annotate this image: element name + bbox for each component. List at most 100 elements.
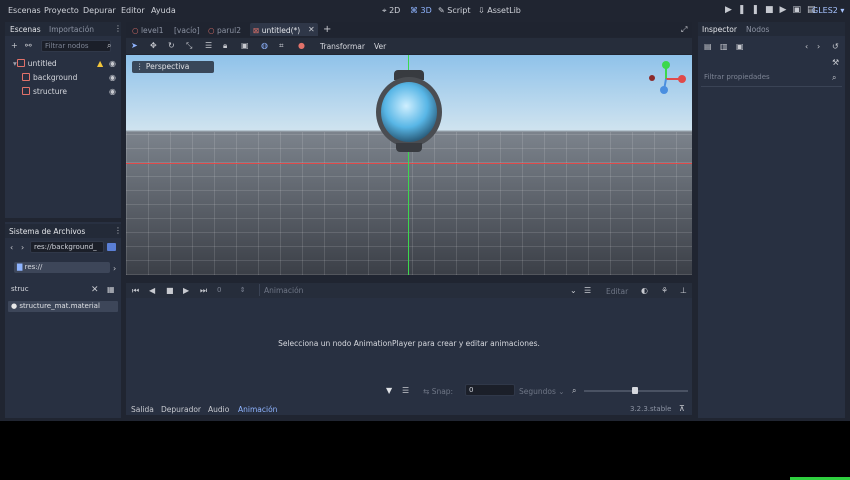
menu-proyecto[interactable]: Proyecto — [44, 6, 79, 15]
bottom-tab-audio[interactable]: Audio — [208, 405, 229, 414]
file-search-input[interactable]: struc — [8, 284, 90, 296]
menu-escenas[interactable]: Escenas — [8, 6, 41, 15]
add-tab-icon[interactable]: + — [323, 24, 331, 35]
menu-depurar[interactable]: Depurar — [83, 6, 116, 15]
edit-list-icon[interactable]: ☰ — [584, 286, 591, 295]
load-resource-icon[interactable]: ▥ — [720, 42, 728, 51]
save-resource-icon[interactable]: ▣ — [736, 42, 744, 51]
snap-icon[interactable]: ⌗ — [279, 41, 284, 51]
gizmo-y-handle[interactable] — [662, 61, 670, 69]
gizmo-neg-x-handle[interactable] — [649, 75, 655, 81]
view-menu[interactable]: Ver — [374, 42, 386, 51]
gizmo-x-handle[interactable] — [678, 75, 686, 83]
visibility-eye-icon[interactable]: ◉ — [109, 87, 116, 96]
pause-icon[interactable]: ❚❚ — [738, 5, 765, 15]
bottom-tab-animation[interactable]: Animación — [238, 405, 277, 414]
grid-view-icon[interactable]: ▦ — [107, 285, 115, 294]
bottom-tab-output[interactable]: Salida — [131, 405, 154, 414]
dock-menu-icon[interactable]: ⋮ — [114, 226, 122, 235]
frame-spinbox[interactable]: 0 ⇕ — [214, 285, 252, 296]
back-icon[interactable]: ‹ — [10, 243, 13, 252]
snap-toggle[interactable]: ⇆ Snap: — [423, 387, 453, 396]
filter-nodes-input[interactable]: Filtrar nodos — [41, 40, 111, 52]
visibility-eye-icon[interactable]: ◉ — [109, 73, 116, 82]
scene-tab-parul2[interactable]: ○ parul2 — [208, 26, 241, 35]
tree-item-untitled[interactable]: ▾ untitled ▲ ◉ — [13, 59, 117, 71]
stop-icon[interactable]: ■ — [765, 5, 780, 15]
zoom-slider-handle[interactable] — [632, 387, 638, 394]
camera-icon[interactable]: ● — [298, 41, 305, 50]
scene-tab-level1[interactable]: ○ level1 — [132, 26, 164, 35]
dock-menu-icon[interactable]: ⋮ — [114, 24, 122, 33]
track-list-icon[interactable]: ☰ — [402, 386, 409, 395]
select-tool-icon[interactable]: ➤ — [131, 41, 138, 50]
snap-value-field[interactable]: 0 — [465, 384, 515, 396]
renderer-select[interactable]: GLES2 ▾ — [812, 6, 844, 15]
play-backwards-icon[interactable]: ◀ — [149, 286, 155, 295]
history-back-icon[interactable]: ‹ — [805, 42, 808, 51]
file-result-item[interactable]: ● structure_mat.material — [8, 301, 118, 312]
warning-icon[interactable]: ▲ — [97, 59, 103, 68]
tab-inspector[interactable]: Inspector — [702, 25, 737, 34]
expand-panel-icon[interactable]: ⊼ — [679, 404, 685, 413]
tab-importacion[interactable]: Importación — [49, 25, 94, 34]
gizmo-z-handle[interactable] — [660, 86, 668, 94]
rotate-tool-icon[interactable]: ↻ — [168, 41, 175, 50]
mode-3d-button[interactable]: ⌘ 3D — [410, 6, 432, 15]
pin-icon[interactable]: ⊥ — [680, 286, 687, 295]
list-select-icon[interactable]: ☰ — [205, 41, 212, 50]
bottom-tab-debugger[interactable]: Depurador — [161, 405, 201, 414]
scene-tab-empty[interactable]: [vacío] — [174, 26, 200, 35]
tab-filesystem[interactable]: Sistema de Archivos — [9, 227, 85, 236]
path-field[interactable]: res://background_ — [30, 241, 104, 253]
forward-icon[interactable]: › — [21, 243, 24, 252]
new-resource-icon[interactable]: ▤ — [704, 42, 712, 51]
scene-tab-untitled[interactable]: ⊠ untitled(*) ✕ — [250, 23, 318, 36]
close-tab-icon[interactable]: ✕ — [308, 25, 315, 34]
mode-script-button[interactable]: ✎ Script — [438, 6, 470, 15]
scroll-indicator-icon[interactable]: › — [113, 264, 116, 273]
play-forward-icon[interactable]: ▶ — [183, 286, 189, 295]
tree-item-structure[interactable]: structure ◉ — [22, 87, 117, 99]
play-icon[interactable]: ▶ — [725, 5, 738, 15]
menu-editor[interactable]: Editor — [121, 6, 145, 15]
tab-escenas[interactable]: Escenas — [10, 25, 41, 34]
object-menu-icon[interactable]: ⚒ — [832, 58, 839, 67]
stop-animation-icon[interactable]: ■ — [166, 286, 174, 295]
history-icon[interactable]: ↺ — [832, 42, 839, 51]
play-backwards-start-icon[interactable]: ⏮ — [132, 286, 139, 296]
clear-search-icon[interactable]: ✕ — [91, 285, 99, 295]
link-icon[interactable]: ⚯ — [25, 41, 32, 50]
edit-button[interactable]: Editar — [606, 287, 628, 296]
play-from-start-icon[interactable]: ⏭ — [200, 286, 207, 296]
menu-ayuda[interactable]: Ayuda — [151, 6, 176, 15]
group-icon[interactable]: ▣ — [241, 41, 249, 50]
lock-icon[interactable]: 🔒︎ — [223, 41, 227, 51]
view-gizmo[interactable] — [648, 59, 688, 99]
mode-2d-button[interactable]: ⌖ 2D — [382, 6, 400, 16]
transform-menu[interactable]: Transformar — [320, 42, 365, 51]
scale-tool-icon[interactable]: ⤡ — [186, 41, 192, 51]
animation-select[interactable]: Animación — [259, 284, 581, 296]
tree-item-background[interactable]: background ◉ — [22, 73, 117, 85]
play-custom-icon[interactable]: ▣ — [792, 5, 807, 15]
distraction-free-icon[interactable]: ⤢ — [681, 25, 687, 35]
3d-viewport[interactable]: ⋮ Perspectiva — [126, 55, 692, 275]
tab-nodes[interactable]: Nodos — [746, 25, 769, 34]
dropdown-chevron-icon[interactable]: ⌄ — [570, 286, 577, 295]
visibility-eye-icon[interactable]: ◉ — [109, 59, 116, 68]
move-tool-icon[interactable]: ✥ — [150, 41, 157, 50]
filter-properties-input[interactable]: Filtrar propiedades — [701, 72, 842, 84]
onion-skin-icon[interactable]: ⚘ — [661, 286, 668, 295]
autoplay-icon[interactable]: ◐ — [641, 286, 648, 295]
add-node-icon[interactable]: + — [11, 41, 18, 50]
perspective-menu-button[interactable]: ⋮ Perspectiva — [132, 61, 214, 73]
filter-icon[interactable]: ▼ — [386, 386, 392, 395]
mode-assetlib-button[interactable]: ⇩ AssetLib — [478, 6, 521, 15]
structure-mesh[interactable] — [376, 77, 442, 147]
play-scene-icon[interactable]: ▶ — [780, 5, 793, 15]
folder-res-root[interactable]: ▇ res:// — [14, 262, 110, 273]
local-space-icon[interactable]: ◍ — [261, 41, 268, 50]
history-forward-icon[interactable]: › — [817, 42, 820, 51]
snap-unit-select[interactable]: Segundos ⌄ — [519, 387, 565, 396]
